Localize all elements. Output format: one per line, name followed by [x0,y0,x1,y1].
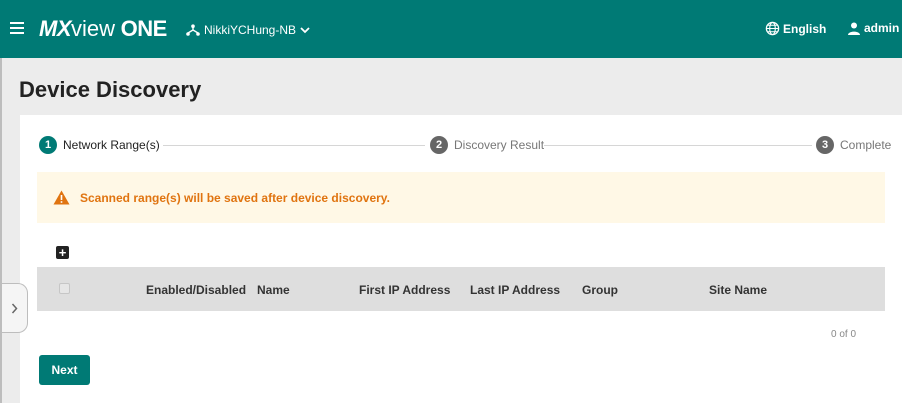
language-selector[interactable]: English [765,21,826,36]
column-header-group[interactable]: Group [582,283,618,297]
step-network-range: 1 Network Range(s) [39,136,160,154]
page-title: Device Discovery [19,77,202,102]
user-icon [848,22,860,35]
stepper: 1 Network Range(s) 2 Discovery Result 3 … [20,115,902,171]
table-header: Enabled/Disabled Name First IP Address L… [37,267,885,311]
column-header-enabled[interactable]: Enabled/Disabled [146,283,246,297]
app-logo: MXview ONE [39,16,167,41]
step-label: Network Range(s) [63,138,160,152]
column-header-site-name[interactable]: Site Name [709,283,767,297]
step-connector [163,145,425,146]
next-button[interactable]: Next [39,355,90,385]
language-label: English [783,21,827,36]
column-header-name[interactable]: Name [257,283,290,297]
chevron-down-icon [300,27,310,34]
site-selector[interactable]: NikkiYCHung-NB [186,23,310,37]
select-all-checkbox[interactable] [59,283,70,294]
step-number: 2 [430,136,448,154]
warning-banner: Scanned range(s) will be saved after dev… [37,172,885,223]
pagination-count: 0 of 0 [831,329,857,340]
globe-icon [765,21,780,36]
chevron-right-icon [11,303,18,313]
step-label: Discovery Result [454,138,545,152]
warning-icon [53,190,70,205]
column-header-first-ip[interactable]: First IP Address [359,283,450,297]
step-complete: 3 Complete [816,136,891,154]
discovery-card: 1 Network Range(s) 2 Discovery Result 3 … [20,115,902,403]
site-name: NikkiYCHung-NB [204,23,297,37]
column-header-last-ip[interactable]: Last IP Address [470,283,560,297]
sidebar-edge [0,58,2,403]
step-number: 1 [39,136,57,154]
warning-text: Scanned range(s) will be saved after dev… [80,190,390,205]
expand-sidebar-button[interactable] [2,283,28,333]
step-number: 3 [816,136,834,154]
step-label: Complete [840,138,892,152]
topology-icon [186,24,200,36]
user-menu[interactable]: admin [847,21,902,35]
top-app-bar: MXview ONE NikkiYCHung-NB English admin [0,0,902,58]
add-range-button[interactable]: + [56,246,69,259]
menu-icon[interactable] [10,22,24,34]
step-discovery-result: 2 Discovery Result [430,136,544,154]
step-connector [544,145,812,146]
user-name: admin [864,21,900,35]
